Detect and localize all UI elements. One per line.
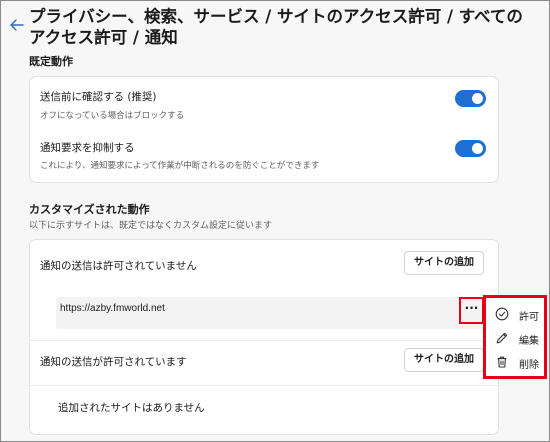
customized-subtitle: 以下に示すサイトは、既定ではなくカスタム設定に従います [29, 221, 273, 231]
back-arrow-icon[interactable] [7, 15, 27, 35]
quiet-requests-toggle[interactable] [455, 140, 486, 157]
toggle-knob [472, 143, 483, 154]
setting-ask-before-send-desc: オフになっている場合はブロックする [40, 111, 185, 121]
block-section-title: 通知の送信は許可されていません [40, 260, 197, 272]
ask-before-send-toggle[interactable] [455, 90, 486, 107]
menu-item-allow[interactable]: 許可 [486, 303, 544, 327]
context-menu: 許可 編集 削除 [483, 295, 547, 379]
customized-card: 通知の送信は許可されていません サイトの追加 https://azby.fmwo… [29, 239, 499, 435]
allow-section-title: 通知の送信が許可されています [40, 356, 187, 368]
menu-item-delete[interactable]: 削除 [486, 351, 544, 375]
menu-item-label: 削除 [519, 360, 539, 371]
page-title: プライバシー、検索、サービス / サイトのアクセス許可 / すべてのアクセス許可… [29, 7, 523, 47]
divider [30, 340, 498, 341]
setting-quiet-requests-desc: これにより、通知要求によって作業が中断されるのを防ぐことができます [40, 161, 320, 171]
blocked-site-row: https://azby.fmworld.net [56, 297, 494, 329]
no-sites-text: 追加されたサイトはありません [58, 402, 205, 414]
check-circle-icon [495, 307, 509, 321]
menu-item-edit[interactable]: 編集 [486, 327, 544, 351]
menu-item-label: 編集 [519, 336, 539, 347]
add-blocked-site-button[interactable]: サイトの追加 [404, 251, 484, 275]
divider [30, 385, 498, 386]
site-url: https://azby.fmworld.net [60, 303, 165, 314]
add-allowed-site-button[interactable]: サイトの追加 [404, 348, 484, 372]
setting-quiet-requests-title: 通知要求を抑制する [40, 142, 135, 154]
customized-heading: カスタマイズされた動作 [29, 203, 150, 216]
trash-icon [497, 356, 507, 368]
more-actions-button[interactable]: ··· [459, 297, 484, 324]
toggle-knob [472, 93, 483, 104]
pencil-icon [496, 332, 508, 344]
setting-ask-before-send-title: 送信前に確認する (推奨) [40, 91, 157, 103]
menu-item-label: 許可 [519, 312, 539, 323]
default-behavior-heading: 既定動作 [29, 55, 73, 68]
settings-window: プライバシー、検索、サービス / サイトのアクセス許可 / すべてのアクセス許可… [0, 0, 550, 442]
default-behavior-card: 送信前に確認する (推奨) オフになっている場合はブロックする 通知要求を抑制す… [29, 76, 499, 183]
